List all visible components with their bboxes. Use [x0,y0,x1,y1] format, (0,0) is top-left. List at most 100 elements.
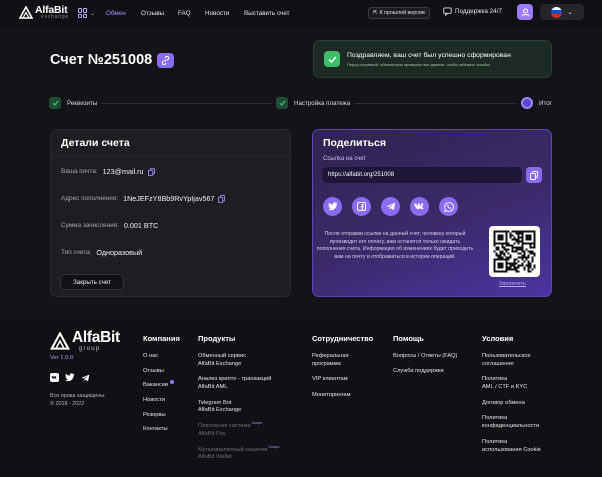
footer-link-line: использования Cookie [482,446,541,453]
grid-icon [78,8,88,18]
share-info-text: После отправки ссылки на данный счет, че… [316,231,474,260]
footer-link-about[interactable]: О нас [143,353,180,361]
success-notice: Поздравляем, ваш счет был успешно сформи… [313,40,552,78]
footer-link-line: Политика [482,415,508,422]
footer-col-title: Помощь [393,334,424,343]
telegram-icon[interactable] [81,374,90,382]
facebook-icon [357,202,366,211]
footer-link-wallet: Мультивалютный кошелекСкоро AlfaBit Wall… [198,444,280,462]
new-dot-indicator [170,380,175,385]
check-icon [324,51,340,67]
alfabit-logo-icon [19,5,33,19]
detail-row-email: Ваша почта: 123@mail.ru [61,167,155,176]
footer-link-vip[interactable]: VIP клиентам [312,376,373,384]
footer-link-monitoring[interactable]: Мониторингам [312,392,373,400]
footer-link-line: Политика [482,376,508,383]
support-link[interactable]: Поддержка 24/7 [443,7,502,16]
whatsapp-share-button[interactable] [439,197,458,216]
detail-row-type: Тип счета: Одноразовый [61,248,142,257]
copy-share-link-button[interactable] [526,167,542,183]
user-icon [521,8,529,17]
flag-stripe-red [551,13,563,18]
detail-value: 1NeJEFzY8Bb9RvYpIjav567 [123,194,215,203]
check-icon [49,97,61,109]
nav-exchange[interactable]: Обмен [106,10,126,17]
footer-link-exchange-contract[interactable]: Договор обмена [482,400,541,408]
telegram-icon [386,202,395,211]
link-icon [162,55,170,65]
nav-create-invoice[interactable]: Выставить счет [244,10,290,17]
facebook-share-button[interactable] [352,197,371,216]
footer-link-exchange[interactable]: Обменный сервис AlfaBit Exchange [198,353,279,368]
step-payment-setup: Настройка платежа [272,97,355,109]
footer-link-contacts[interactable]: Контакты [143,426,180,434]
step-label: Итог [539,99,552,107]
footer-col-cooperation: Сотрудничество Реферальная программа VIP… [312,334,373,400]
page-title: Счет №251008 [50,52,153,68]
progress-steps: Реквизиты Настройка платежа Итог [49,97,552,111]
divider [51,155,290,156]
footer-link-privacy[interactable]: Политика конфиденциальности [482,415,541,430]
detail-label: Ваша почта: [61,168,98,175]
footer-link-aml[interactable]: Анализ крипто - транзакций AlfaBit AML [198,376,279,391]
footer-link-line: Реферальная [312,353,349,359]
footer-link-line: AlfaBit Wallet [198,454,232,461]
footer-link-telegram-bot[interactable]: Telegram Bot AlfaBit Exchange [198,400,279,415]
old-version-button[interactable]: ⇱ К прошлой версии [368,7,430,19]
copy-icon[interactable] [147,167,155,176]
copy-icon[interactable] [218,194,226,203]
footer-link-user-agreement[interactable]: Пользовательское соглашение [482,353,541,368]
footer-link-line: соглашение [482,360,514,367]
enlarge-qr-link[interactable]: Увеличить [499,281,526,287]
copy-icon [530,170,538,180]
footer-link-reviews[interactable]: Отзывы [143,368,180,376]
detail-row-amount: Сумма зачисления: 0.001 BTC [61,221,158,230]
language-selector[interactable]: ⌄ [540,4,584,20]
nav-faq[interactable]: FAQ [178,10,191,17]
share-link-field[interactable]: https://alfabit.org/251008 [322,167,522,183]
footer-link-line: Политика [482,438,508,445]
twitter-icon[interactable] [65,373,75,382]
invoice-qr-code [489,226,540,277]
vk-icon[interactable] [50,373,59,382]
footer-col-title: Сотрудничество [312,334,374,343]
chevron-down-icon: ⌄ [90,10,96,17]
footer-logo[interactable]: AlfaBit group [50,330,120,352]
twitter-icon [327,202,337,211]
detail-value: 0.001 BTC [123,221,159,230]
footer-col-terms: Условия Пользовательское соглашение Поли… [482,334,541,454]
copy-invoice-link-button[interactable] [157,52,175,68]
footer-link-line: Telegram Bot [198,399,232,406]
soon-badge: Скоро [268,444,280,449]
detail-label: Адрес пополнения: [61,195,119,202]
chat-icon [443,7,452,16]
footer-link-line: Анализ крипто - транзакций [198,376,272,383]
close-invoice-button[interactable]: Закрыть счет [60,274,124,290]
check-icon [276,97,288,109]
footer-link-referral[interactable]: Реферальная программа [312,353,373,368]
header-logo[interactable]: AlfaBit exchange [19,5,69,20]
footer-link-news[interactable]: Новости [143,397,180,405]
footer-link-vacancies[interactable]: Вакансии [143,380,180,390]
twitter-share-button[interactable] [323,197,342,216]
user-profile-button[interactable] [517,4,533,20]
footer-link-reserves[interactable]: Резервы [143,412,180,420]
footer-link-cookie[interactable]: Политика использования Cookie [482,439,541,454]
footer-link-faq[interactable]: Вопросы / Ответы (FAQ) [393,353,457,361]
footer-link-line: Обменный сервис [198,353,246,359]
footer-link-support[interactable]: Служба поддержки [393,368,457,376]
external-link-icon: ⇱ [373,10,378,16]
notice-subtitle: Перед отправкой, обязательно проверьте в… [347,61,490,67]
nav-reviews[interactable]: Отзывы [141,10,164,17]
nav-news[interactable]: Новости [205,10,229,17]
footer-link-aml-policy[interactable]: Политика AML / CTF и KYC [482,376,541,391]
footer-link-line: Мультивалютный кошелек [198,446,268,453]
rights-text: Все права защищены. [50,393,106,399]
vk-share-button[interactable] [410,197,429,216]
telegram-share-button[interactable] [381,197,400,216]
invoice-details-card: Детали счета Ваша почта: 123@mail.ru Адр… [50,129,291,297]
footer-link-pay: Платежная системаСкоро AlfaBit Pay [198,421,279,438]
footer-col-help: Помощь Вопросы / Ответы (FAQ) Служба под… [393,334,457,375]
apps-menu-button[interactable]: ⌄ [78,8,95,18]
share-card: Поделиться Ссылка на счет https://alfabi… [312,129,552,297]
